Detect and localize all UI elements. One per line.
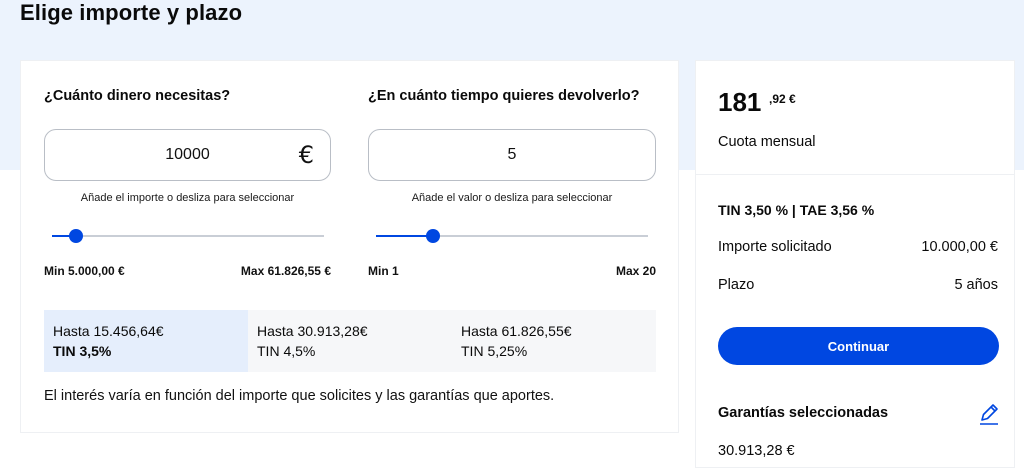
tier-rate: TIN 4,5%	[257, 343, 316, 359]
term-value-summary: 5 años	[954, 277, 998, 293]
term-input[interactable]: 5	[368, 129, 656, 181]
amount-max-label: Max 61.826,55 €	[240, 264, 331, 278]
amount-value[interactable]: 10000	[165, 146, 210, 164]
term-max-label: Max 20	[615, 264, 656, 278]
guarantees-value: 30.913,28 €	[718, 443, 795, 459]
term-min-label: Min 1	[368, 264, 399, 278]
divider	[696, 174, 1014, 175]
tier-1: Hasta 15.456,64€ TIN 3,5%	[44, 310, 248, 372]
requested-amount-label: Importe solicitado	[718, 239, 832, 255]
term-hint: Añade el valor o desliza para selecciona…	[411, 192, 613, 204]
guarantees-title: Garantías seleccionadas	[718, 405, 889, 421]
rates-line: TIN 3,50 % | TAE 3,56 %	[718, 202, 875, 218]
interest-tiers: Hasta 15.456,64€ TIN 3,5% Hasta 30.913,2…	[44, 310, 656, 372]
requested-amount-value: 10.000,00 €	[921, 239, 998, 255]
tier-rate: TIN 3,5%	[53, 343, 112, 359]
tier-limit: Hasta 61.826,55€	[461, 323, 572, 339]
term-label: Plazo	[718, 277, 755, 293]
amount-slider-thumb[interactable]	[69, 229, 84, 243]
tier-limit: Hasta 30.913,28€	[257, 323, 368, 339]
page-title: Elige importe y plazo	[20, 0, 243, 25]
interest-note: El interés varía en función del importe …	[44, 388, 555, 404]
amount-question: ¿Cuánto dinero necesitas?	[44, 88, 231, 104]
continue-button[interactable]: Continuar	[718, 327, 999, 365]
euro-icon: €	[298, 141, 314, 169]
tier-2: Hasta 30.913,28€ TIN 4,5%	[248, 310, 452, 372]
amount-input[interactable]: 10000 €	[44, 129, 331, 181]
monthly-quota-label: Cuota mensual	[718, 134, 816, 150]
pencil-icon[interactable]	[978, 402, 1000, 426]
loan-config-card: ¿Cuánto dinero necesitas? 10000 € Añade …	[20, 60, 679, 433]
tier-rate: TIN 5,25%	[461, 343, 528, 359]
term-value[interactable]: 5	[508, 146, 517, 164]
summary-card: 181 ,92 € Cuota mensual TIN 3,50 % | TAE…	[695, 60, 1015, 468]
term-question: ¿En cuánto tiempo quieres devolverlo?	[368, 88, 640, 104]
monthly-quota-integer: 181	[718, 87, 762, 117]
tier-limit: Hasta 15.456,64€	[53, 323, 164, 339]
amount-min-label: Min 5.000,00 €	[44, 264, 125, 278]
term-slider-fill	[376, 235, 434, 237]
tier-3: Hasta 61.826,55€ TIN 5,25%	[452, 310, 656, 372]
amount-slider[interactable]	[52, 229, 324, 243]
monthly-quota-decimals: ,92 €	[769, 92, 796, 106]
amount-hint: Añade el importe o desliza para seleccio…	[80, 192, 295, 204]
term-slider-thumb[interactable]	[426, 229, 441, 243]
term-slider[interactable]	[376, 229, 648, 243]
